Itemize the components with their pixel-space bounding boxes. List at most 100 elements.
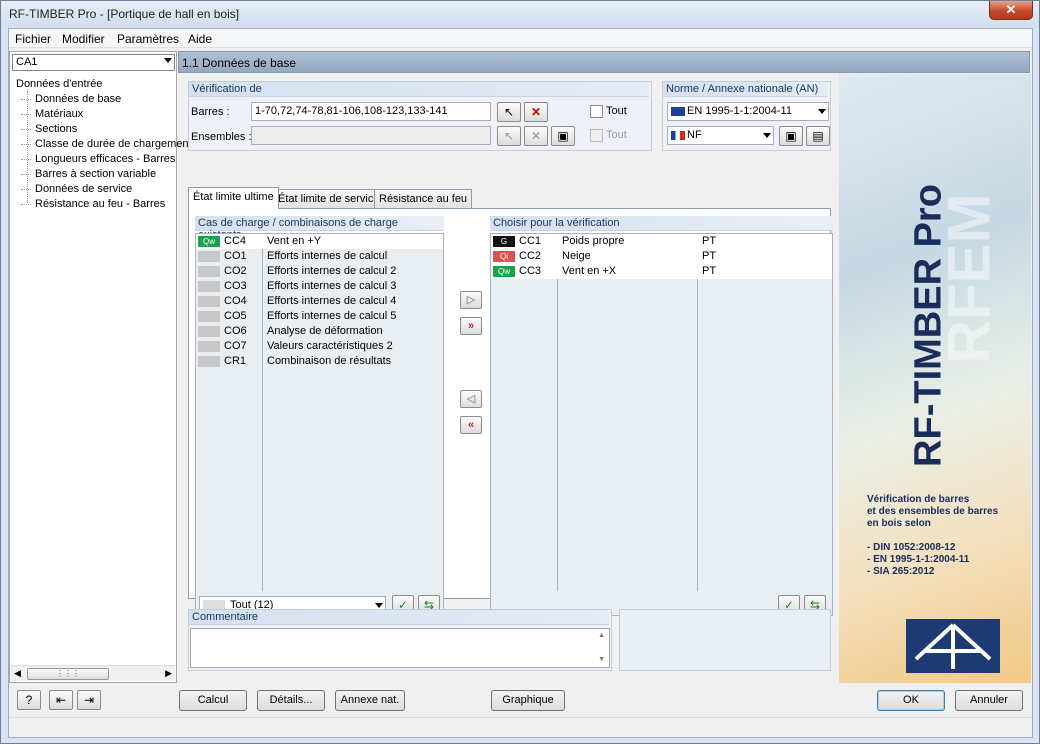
- tree-item-longueurs-efficaces[interactable]: Longueurs efficaces - Barres: [35, 153, 175, 165]
- ok-button[interactable]: OK: [877, 690, 945, 711]
- new-item-icon: ▣: [557, 129, 569, 143]
- menu-fichier[interactable]: Fichier: [15, 32, 51, 46]
- scroll-right-icon[interactable]: ▶: [165, 668, 172, 679]
- cancel-button[interactable]: Annuler: [955, 690, 1023, 711]
- clear-members-button[interactable]: ✕: [524, 102, 548, 122]
- list-item[interactable]: CO3 Efforts internes de calcul 3: [196, 279, 443, 294]
- list-item[interactable]: CO4 Efforts internes de calcul 4: [196, 294, 443, 309]
- load-case-description: Efforts internes de calcul 3: [267, 280, 397, 292]
- annex-select-value: NF: [687, 129, 702, 141]
- window-title: RF-TIMBER Pro - [Portique de hall en boi…: [9, 7, 240, 21]
- all-sets-label: Tout: [606, 129, 627, 141]
- list-item[interactable]: Qw CC3 Vent en +X PT: [491, 264, 832, 279]
- comment-input[interactable]: [190, 628, 610, 668]
- load-case-description: Efforts internes de calcul 2: [267, 265, 397, 277]
- standard-select[interactable]: EN 1995-1-1:2004-11: [667, 102, 829, 121]
- menu-parametres[interactable]: Paramètres: [117, 32, 179, 46]
- selected-list[interactable]: G CC1 Poids propre PT Qi CC2 Neige PT Qw CC3 Vent …: [490, 233, 833, 616]
- chevron-down-icon: [375, 603, 383, 608]
- add-selected-button[interactable]: ▷: [460, 291, 482, 309]
- preview-box: [619, 609, 831, 671]
- members-input[interactable]: 1-70,72,74-78,81-106,108-123,133-141: [251, 102, 491, 121]
- horizontal-scrollbar[interactable]: ◀ ⋮⋮⋮ ▶: [11, 665, 175, 681]
- tree-item-barres-section-variable[interactable]: Barres à section variable: [35, 168, 156, 180]
- tab-resistance-feu[interactable]: Résistance au feu: [374, 189, 473, 208]
- list-item[interactable]: G CC1 Poids propre PT: [491, 234, 832, 249]
- tab-etat-limite-service[interactable]: État limite de service: [273, 189, 385, 208]
- new-item-icon: ▣: [785, 129, 797, 143]
- chevron-down-icon: [818, 109, 826, 114]
- add-all-button[interactable]: »: [460, 317, 482, 335]
- export-icon: ⇥: [83, 693, 95, 707]
- dlubal-logo: [906, 619, 1000, 673]
- help-button[interactable]: ?: [17, 690, 41, 710]
- list-item[interactable]: Qw CC4 Vent en +Y: [196, 234, 443, 249]
- scroll-down-icon[interactable]: ▼: [598, 656, 605, 663]
- existing-header: Cas de charge / combinaisons de charge e…: [195, 216, 444, 241]
- tree-item-donnees-service[interactable]: Données de service: [35, 183, 132, 195]
- load-case-description: Combinaison de résultats: [267, 355, 392, 367]
- list-item[interactable]: CO1 Efforts internes de calcul: [196, 249, 443, 264]
- all-sets-checkbox[interactable]: [590, 129, 603, 142]
- list-item[interactable]: Qi CC2 Neige PT: [491, 249, 832, 264]
- load-type-badge: [198, 296, 220, 307]
- tree-root[interactable]: Données d'entrée: [16, 78, 103, 90]
- new-set-button[interactable]: ▣: [551, 126, 575, 146]
- scroll-up-icon[interactable]: ▲: [598, 632, 605, 639]
- annex-select[interactable]: NF: [667, 126, 774, 145]
- tab-etat-limite-ultime[interactable]: État limite ultime: [188, 187, 279, 209]
- tree-connector: [21, 129, 31, 130]
- list-item[interactable]: CO7 Valeurs caractéristiques 2: [196, 339, 443, 354]
- list-item[interactable]: CO6 Analyse de déformation: [196, 324, 443, 339]
- sets-input[interactable]: [251, 126, 491, 145]
- sets-label: Ensembles :: [191, 131, 252, 143]
- pick-sets-button[interactable]: ↖: [497, 126, 521, 146]
- load-case-id: CC1: [519, 235, 542, 247]
- list-item[interactable]: CO5 Efforts internes de calcul 5: [196, 309, 443, 324]
- chevron-down-icon: [763, 133, 771, 138]
- case-select[interactable]: CA1: [12, 54, 175, 71]
- tree-item-classe-duree[interactable]: Classe de durée de chargement: [35, 138, 192, 150]
- remove-selected-button[interactable]: ◁: [460, 390, 482, 408]
- tree-connector: [21, 114, 31, 115]
- title-bar: RF-TIMBER Pro - [Portique de hall en boi…: [1, 1, 1039, 27]
- menu-modifier[interactable]: Modifier: [62, 32, 105, 46]
- verification-type: PT: [702, 235, 717, 247]
- import-button[interactable]: ⇤: [49, 690, 73, 710]
- load-case-id: CC4: [224, 235, 247, 247]
- standard-select-value: EN 1995-1-1:2004-11: [687, 105, 792, 117]
- remove-all-button[interactable]: «: [460, 416, 482, 434]
- new-annex-button[interactable]: ▣: [779, 126, 803, 146]
- banner-line: en bois selon: [867, 518, 931, 529]
- list-item[interactable]: CR1 Combinaison de résultats: [196, 354, 443, 369]
- load-type-badge: Qw: [493, 266, 515, 277]
- export-button[interactable]: ⇥: [77, 690, 101, 710]
- tree-item-resistance-feu[interactable]: Résistance au feu - Barres: [35, 198, 165, 210]
- all-members-label: Tout: [606, 105, 627, 117]
- members-label: Barres :: [191, 106, 230, 118]
- tree-connector: [21, 144, 31, 145]
- load-case-id: CO3: [224, 280, 247, 292]
- list-item[interactable]: CO2 Efforts internes de calcul 2: [196, 264, 443, 279]
- chevron-down-icon: [164, 58, 172, 63]
- all-members-checkbox[interactable]: [590, 105, 603, 118]
- close-button[interactable]: ✕: [989, 1, 1033, 20]
- menu-bar: Fichier Modifier Paramètres Aide: [9, 29, 1032, 48]
- graphics-button[interactable]: Graphique: [491, 690, 565, 711]
- national-annex-button[interactable]: Annexe nat. ...: [335, 690, 405, 725]
- pick-members-button[interactable]: ↖: [497, 102, 521, 122]
- edit-annex-button[interactable]: ▤: [806, 126, 830, 146]
- load-case-id: CR1: [224, 355, 247, 367]
- details-button[interactable]: Détails...: [257, 690, 325, 711]
- scrollbar-thumb[interactable]: ⋮⋮⋮: [27, 668, 109, 680]
- clear-sets-button[interactable]: ✕: [524, 126, 548, 146]
- tree-item-materiaux[interactable]: Matériaux: [35, 108, 83, 120]
- tree-item-donnees-de-base[interactable]: Données de base: [35, 93, 122, 105]
- calculate-button[interactable]: Calcul: [179, 690, 247, 711]
- load-case-description: Valeurs caractéristiques 2: [267, 340, 393, 352]
- menu-aide[interactable]: Aide: [188, 32, 212, 46]
- load-type-badge: [198, 311, 220, 322]
- scroll-left-icon[interactable]: ◀: [14, 668, 21, 679]
- existing-list[interactable]: Qw CC4 Vent en +Y CO1 Efforts internes de ca…: [195, 233, 444, 616]
- tree-item-sections[interactable]: Sections: [35, 123, 77, 135]
